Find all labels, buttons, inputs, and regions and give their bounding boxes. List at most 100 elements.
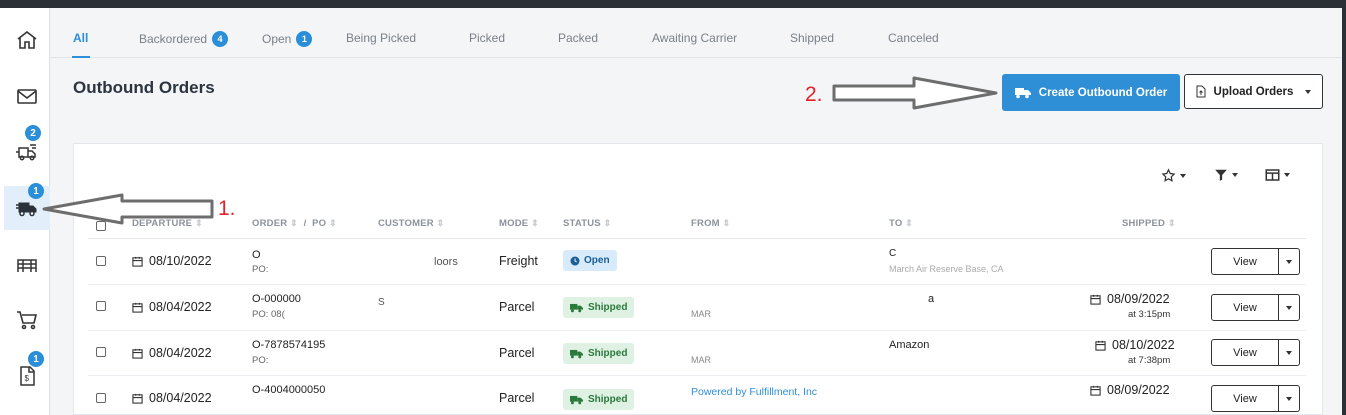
tab-packed[interactable]: Packed <box>558 31 598 45</box>
truck-icon <box>570 395 583 404</box>
col-order-label: ORDER <box>252 218 288 229</box>
filter-dropdown[interactable] <box>1214 168 1238 182</box>
view-button[interactable]: View <box>1211 385 1279 412</box>
favorites-dropdown[interactable] <box>1161 168 1186 183</box>
departure-date: 08/10/2022 <box>132 254 212 268</box>
tab-shipped[interactable]: Shipped <box>790 31 834 45</box>
col-shipped[interactable]: SHIPPED ⇕ <box>1122 218 1176 229</box>
shipped-date-text: 08/09/2022 <box>1107 292 1170 306</box>
row-actions-dropdown[interactable] <box>1279 248 1300 275</box>
col-from[interactable]: FROM ⇕ <box>691 218 730 229</box>
from-link[interactable]: Powered by Fulfillment, Inc <box>691 386 817 398</box>
select-all-checkbox[interactable] <box>96 221 106 231</box>
sidebar-item-outbound[interactable]: 1 <box>4 183 50 230</box>
status-tabs: All Backordered 4 Open 1 Being Picked Pick… <box>50 8 1342 58</box>
tab-awaiting-carrier-label: Awaiting Carrier <box>652 31 738 45</box>
from-name: MAR <box>691 355 711 365</box>
sidebar-item-inbound[interactable]: 2 <box>4 125 50 174</box>
chevron-down-icon <box>1305 89 1312 94</box>
order-number[interactable]: O-000000 <box>252 293 301 305</box>
columns-icon <box>1265 169 1280 181</box>
col-to[interactable]: TO ⇕ <box>889 218 913 229</box>
tab-picked[interactable]: Picked <box>469 31 505 45</box>
tab-canceled[interactable]: Canceled <box>888 31 939 45</box>
row-actions-dropdown[interactable] <box>1279 294 1300 321</box>
mail-icon <box>17 89 37 104</box>
row-actions-dropdown[interactable] <box>1279 385 1300 412</box>
order-number[interactable]: O-4004000050 <box>252 384 325 396</box>
chevron-down-icon <box>1284 173 1290 177</box>
col-to-label: TO <box>889 218 903 229</box>
view-button[interactable]: View <box>1211 294 1279 321</box>
sidebar-item-cart[interactable] <box>4 298 50 342</box>
col-departure[interactable]: DEPARTURE ⇕ <box>132 218 203 229</box>
top-bar <box>0 0 1346 8</box>
sidebar-item-warehouse[interactable] <box>4 242 50 286</box>
chevron-down-icon <box>1286 350 1292 355</box>
tab-being-picked[interactable]: Being Picked <box>346 31 416 45</box>
tab-open[interactable]: Open 1 <box>262 31 313 47</box>
view-button[interactable]: View <box>1211 248 1279 275</box>
sort-icon: ⇕ <box>436 218 445 228</box>
sidebar-item-home[interactable] <box>4 18 50 62</box>
order-number[interactable]: O <box>252 249 261 261</box>
row-divider <box>88 284 1306 285</box>
sidebar-item-billing[interactable]: $ 1 <box>4 351 50 398</box>
create-outbound-order-button[interactable]: Create Outbound Order <box>1002 74 1180 111</box>
tab-picked-label: Picked <box>469 31 506 45</box>
col-status[interactable]: STATUS ⇕ <box>563 218 611 229</box>
file-upload-icon <box>1196 85 1206 98</box>
columns-dropdown[interactable] <box>1265 168 1290 182</box>
tab-all[interactable]: All <box>73 31 88 45</box>
warehouse-icon <box>17 259 37 272</box>
chevron-down-icon <box>1180 173 1186 178</box>
col-shipped-label: SHIPPED <box>1122 218 1166 229</box>
row-checkbox[interactable] <box>96 393 106 403</box>
status-badge-text: Shipped <box>588 348 628 359</box>
col-mode[interactable]: MODE ⇕ <box>499 218 539 229</box>
tab-backordered[interactable]: Backordered 4 <box>139 31 229 47</box>
row-checkbox[interactable] <box>96 301 106 311</box>
tab-open-label: Open <box>262 32 292 46</box>
col-customer[interactable]: CUSTOMER ⇕ <box>378 218 444 229</box>
departure-date: 08/04/2022 <box>132 391 212 405</box>
billing-badge: 1 <box>28 351 44 367</box>
shipped-date: 08/09/2022 <box>1090 292 1170 306</box>
active-tab-indicator <box>72 56 90 58</box>
upload-orders-button[interactable]: Upload Orders <box>1184 74 1323 109</box>
mode: Parcel <box>499 346 535 360</box>
view-button[interactable]: View <box>1211 339 1279 366</box>
outbound-badge: 1 <box>28 183 44 199</box>
shipped-date: 08/10/2022 <box>1095 338 1175 352</box>
row-checkbox[interactable] <box>96 347 106 357</box>
row-checkbox[interactable] <box>96 256 106 266</box>
row-actions-dropdown[interactable] <box>1279 339 1300 366</box>
col-status-label: STATUS <box>563 218 601 229</box>
col-mode-label: MODE <box>499 218 529 229</box>
tab-awaiting-carrier[interactable]: Awaiting Carrier <box>652 31 737 45</box>
chevron-down-icon <box>1232 173 1238 177</box>
order-number[interactable]: O-7878574195 <box>252 339 325 351</box>
truck-icon <box>570 303 583 312</box>
status-badge: Shipped <box>563 297 635 318</box>
tab-all-label: All <box>73 31 89 45</box>
annotation-label-2: 2. <box>805 83 823 106</box>
cart-icon <box>17 311 38 330</box>
calendar-icon <box>1095 341 1106 351</box>
sidebar-item-messages[interactable] <box>4 74 50 118</box>
to-name: Amazon <box>889 339 930 351</box>
clock-icon <box>570 256 580 265</box>
truck-icon <box>570 349 583 358</box>
sort-icon: ⇕ <box>1167 218 1176 228</box>
tab-canceled-label: Canceled <box>888 31 939 45</box>
truck-icon <box>1014 87 1031 98</box>
invoice-icon: $ <box>20 366 35 386</box>
shipped-date: 08/09/2022 <box>1090 383 1170 397</box>
status-badge-text: Shipped <box>588 394 628 405</box>
col-order-po[interactable]: ORDER ⇕ / PO ⇕ <box>252 218 337 229</box>
departure-date-text: 08/10/2022 <box>149 254 212 268</box>
sort-icon: ⇕ <box>329 218 337 228</box>
annotation-label-1: 1. <box>218 197 236 220</box>
inbound-truck-icon <box>16 144 36 161</box>
svg-text:$: $ <box>25 374 30 383</box>
